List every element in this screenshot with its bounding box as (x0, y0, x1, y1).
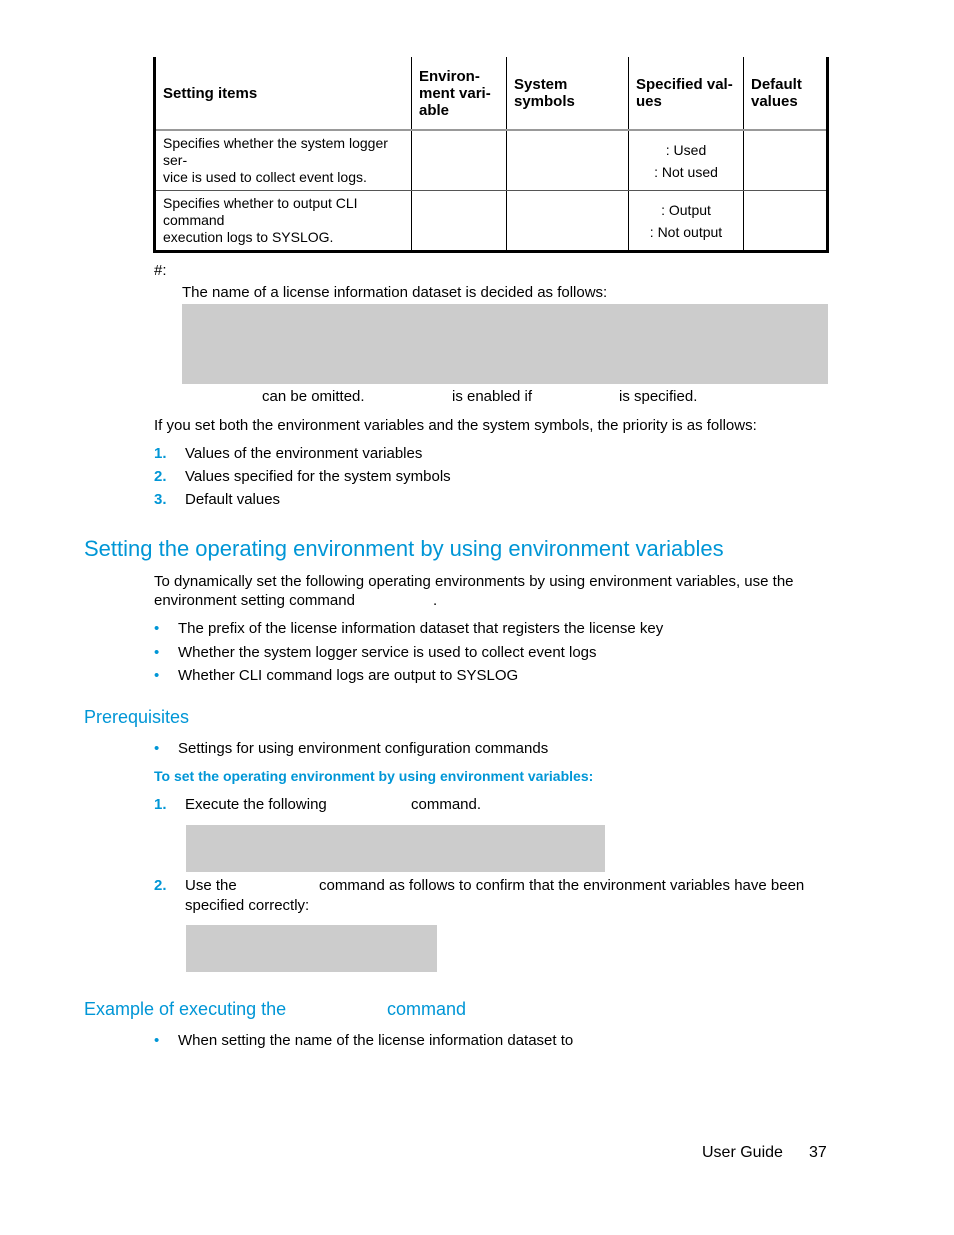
bullet-text: When setting the name of the license inf… (178, 1032, 574, 1049)
section-intro-line1: To dynamically set the following operati… (154, 573, 794, 590)
step-text-before: Execute the following (185, 796, 327, 813)
bullet-text: Whether CLI command logs are output to S… (178, 667, 519, 684)
example-heading-before: Example of executing the (84, 999, 287, 1019)
list-text: Values specified for the system symbols (185, 468, 451, 485)
procedure-title: To set the operating environment by usin… (154, 768, 594, 784)
cell-system-symbols (506, 190, 629, 253)
list-number: 2. (154, 468, 167, 485)
header-specified-values: Specified val-ues (628, 57, 744, 131)
bullet-icon: • (154, 644, 160, 661)
step-text-after: command. (411, 796, 482, 813)
specified-value: : Used (665, 141, 707, 158)
code-block-confirm (186, 925, 437, 972)
settings-table: Setting items Environ-ment vari-able Sys… (153, 57, 829, 253)
cell-environment-variable (411, 129, 507, 191)
note-text-enabled: is enabled if (452, 388, 533, 405)
note-text-specified: is specified. (619, 388, 698, 405)
header-environment-variable: Environ-ment vari-able (411, 57, 507, 131)
list-number: 3. (154, 491, 167, 508)
list-text: Values of the environment variables (185, 445, 423, 462)
cell-setting-item: Specifies whether the system logger ser-… (153, 129, 412, 191)
bullet-icon: • (154, 740, 160, 757)
bullet-icon: • (154, 1032, 160, 1049)
step-text-after: command as follows to confirm that the e… (319, 877, 805, 894)
header-system-symbols: System symbols (506, 57, 629, 131)
specified-value: : Not output (649, 223, 723, 240)
section-intro-line2: environment setting command (154, 592, 355, 609)
table-row: Specifies whether the system logger ser-… (153, 129, 829, 191)
header-setting-items: Setting items (153, 57, 412, 131)
example-heading-after: command (387, 999, 467, 1019)
note-text-omitted: can be omitted. (262, 388, 365, 405)
code-block-dataset-name (182, 304, 828, 384)
cell-setting-item: Specifies whether to output CLI command e… (153, 190, 412, 253)
note-intro: The name of a license information datase… (182, 284, 608, 301)
header-default-values: Default values (743, 57, 829, 131)
step-number: 2. (154, 877, 167, 894)
bullet-text: Settings for using environment configura… (178, 740, 549, 757)
code-block-command (186, 825, 605, 872)
step-text-before: Use the (185, 877, 237, 894)
footer-label: User Guide (702, 1144, 783, 1161)
bullet-icon: • (154, 620, 160, 637)
list-number: 1. (154, 445, 167, 462)
cell-system-symbols (506, 129, 629, 191)
page-number: 37 (809, 1144, 827, 1161)
cell-default-values (743, 129, 829, 191)
prerequisites-heading: Prerequisites (84, 707, 190, 727)
step-text-line2: specified correctly: (185, 897, 310, 914)
specified-value: : Not used (654, 163, 718, 180)
section-heading: Setting the operating environment by usi… (84, 536, 724, 561)
list-text: Default values (185, 491, 281, 508)
section-intro-end: . (433, 592, 438, 609)
bullet-text: The prefix of the license information da… (178, 620, 664, 637)
cell-specified-values: : Used : Not used (628, 129, 744, 191)
step-number: 1. (154, 796, 167, 813)
specified-value: : Output (661, 201, 711, 218)
priority-intro: If you set both the environment variable… (154, 417, 757, 434)
note-marker: #: (154, 262, 167, 279)
table-row: Specifies whether to output CLI command e… (153, 190, 829, 253)
cell-default-values (743, 190, 829, 253)
table-header-row: Setting items Environ-ment vari-able Sys… (153, 57, 829, 131)
bullet-text: Whether the system logger service is use… (178, 644, 597, 661)
cell-environment-variable (411, 190, 507, 253)
cell-specified-values: : Output : Not output (628, 190, 744, 253)
bullet-icon: • (154, 667, 160, 684)
